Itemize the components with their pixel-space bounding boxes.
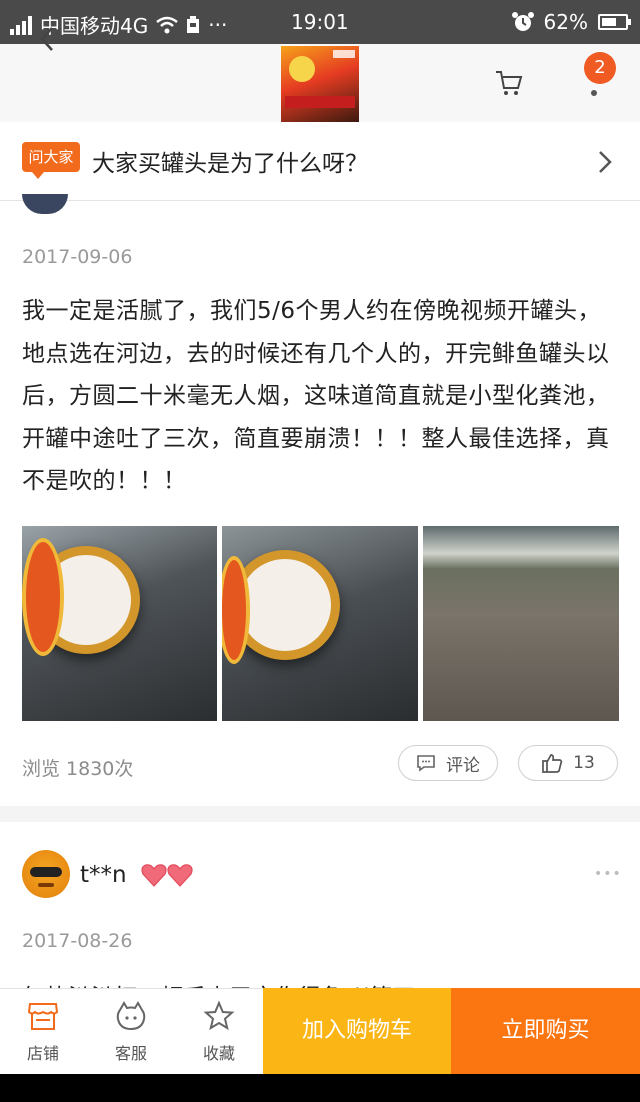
answer-date: 2017-09-06 [22, 246, 133, 268]
answer-photo-1[interactable] [22, 526, 217, 721]
like-count: 13 [573, 753, 595, 773]
comment-label: 评论 [446, 755, 480, 776]
username[interactable]: t**n [80, 862, 127, 888]
add-to-cart-button[interactable]: 加入购物车 [263, 988, 451, 1074]
avatar[interactable] [22, 850, 70, 898]
comment-button[interactable]: 评论 [398, 745, 498, 781]
service-label: 客服 [114, 1044, 147, 1063]
answer-text: 我一定是活腻了，我们5/6个男人约在傍晚视频开罐头，地点选在河边，去的时候还有几… [22, 298, 610, 494]
back-arrow-icon[interactable] [32, 22, 62, 56]
star-icon [203, 1000, 235, 1031]
more-status-icon: ··· [208, 12, 228, 37]
product-thumbnail[interactable] [281, 46, 359, 122]
sim-icon [187, 15, 200, 33]
view-count: 浏览 1830次 [22, 758, 134, 780]
answer-photo-2[interactable] [222, 526, 418, 721]
hearts-icon [141, 864, 193, 887]
battery-icon [598, 14, 631, 30]
cart-icon[interactable] [494, 68, 524, 98]
favorite-label: 收藏 [202, 1044, 235, 1063]
system-nav-bar [0, 1074, 640, 1102]
clock: 19:01 [291, 10, 349, 34]
battery-percent: 62% [543, 10, 588, 34]
signal-icon [10, 15, 32, 35]
thumbs-up-icon [542, 754, 563, 773]
favorite-tab[interactable]: 收藏 [176, 988, 262, 1074]
store-icon [27, 1003, 59, 1030]
ask-everyone-tag: 问大家 [22, 142, 80, 179]
status-bar: 中国移动4G ··· 19:01 62% [0, 0, 640, 44]
question-title[interactable]: 大家买罐头是为了什么呀？ [92, 144, 368, 178]
chevron-right-icon[interactable] [596, 148, 614, 176]
answer-date: 2017-08-26 [22, 930, 133, 952]
answer-photo-3[interactable] [423, 526, 619, 721]
like-button[interactable]: 13 [518, 745, 618, 781]
store-label: 店铺 [26, 1044, 59, 1063]
customer-service-icon [116, 1001, 146, 1031]
alarm-icon [511, 12, 534, 31]
wifi-icon [156, 16, 179, 33]
cart-count-badge: 2 [584, 52, 616, 84]
store-tab[interactable]: 店铺 [0, 988, 86, 1074]
buy-now-button[interactable]: 立即购买 [451, 988, 640, 1074]
service-tab[interactable]: 客服 [88, 988, 174, 1074]
comment-icon [417, 755, 435, 772]
more-icon[interactable]: ••• [594, 866, 622, 882]
